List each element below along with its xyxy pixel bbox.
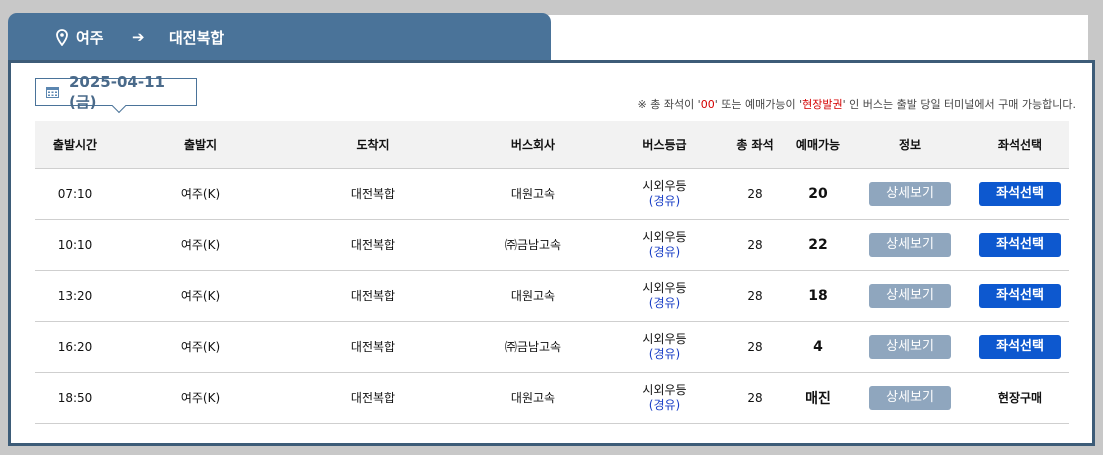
grade-label: 시외우등 (642, 382, 687, 397)
header-spacer (548, 15, 1088, 65)
schedule-panel: 2025-04-11 (금) ※ 총 좌석이 '00' 또는 예매가능이 '현장… (8, 60, 1095, 446)
via-label: (경유) (648, 193, 681, 208)
total-seats: 28 (723, 372, 787, 424)
location-pin-icon (56, 13, 68, 61)
bus-company: ㈜금남고속 (460, 219, 606, 271)
destination: 대전복합 (286, 270, 460, 322)
grade-label: 시외우등 (642, 280, 687, 295)
total-seats: 28 (723, 219, 787, 271)
available-seats: 4 (787, 321, 849, 373)
bus-company: 대원고속 (460, 270, 606, 322)
detail-button[interactable]: 상세보기 (869, 283, 951, 308)
seat-select-button[interactable]: 좌석선택 (979, 232, 1061, 257)
notice-text-3: ' 인 버스는 출발 당일 터미널에서 구매 가능합니다. (842, 98, 1076, 111)
origin-terminal: 여주 (76, 28, 104, 47)
header-info: 정보 (849, 121, 971, 169)
available-seats: 20 (787, 168, 849, 220)
seat-cell: 현장구매 (971, 372, 1069, 424)
total-seats: 28 (723, 321, 787, 373)
header-seat-select: 좌석선택 (971, 121, 1069, 169)
seat-select-button[interactable]: 좌석선택 (979, 283, 1061, 308)
origin: 여주(K) (115, 372, 286, 424)
table-row: 07:10 여주(K) 대전복합 대원고속 시외우등 (경유) 28 20 상세보… (35, 168, 1069, 220)
header-departure-time: 출발시간 (35, 121, 115, 169)
seat-cell: 좌석선택 (971, 168, 1069, 220)
seat-select-button[interactable]: 좌석선택 (979, 181, 1061, 206)
departure-time: 16:20 (35, 321, 115, 373)
header-available: 예매가능 (787, 121, 849, 169)
total-seats: 28 (723, 270, 787, 322)
departure-time: 07:10 (35, 168, 115, 220)
seat-cell: 좌석선택 (971, 270, 1069, 322)
destination-terminal: 대전복합 (169, 28, 225, 47)
header-total-seats: 총 좌석 (723, 121, 787, 169)
notice-zero: 00 (700, 98, 715, 111)
via-label: (경유) (648, 397, 681, 412)
bus-company: 대원고속 (460, 372, 606, 424)
notice-onsite: 현장발권 (802, 98, 843, 111)
destination: 대전복합 (286, 321, 460, 373)
available-seats: 22 (787, 219, 849, 271)
info-cell: 상세보기 (849, 372, 971, 424)
info-cell: 상세보기 (849, 270, 971, 322)
bus-grade: 시외우등 (경유) (606, 270, 723, 322)
origin: 여주(K) (115, 219, 286, 271)
header-grade: 버스등급 (606, 121, 723, 169)
route-frame: 여주 ➔ 대전복합 2025-04-11 (금) ※ 총 좌석이 '00' 또는… (8, 13, 1095, 447)
available-seats: 매진 (787, 372, 849, 424)
header-destination: 도착지 (286, 121, 460, 169)
via-label: (경유) (648, 346, 681, 361)
seat-cell: 좌석선택 (971, 219, 1069, 271)
seat-select-button[interactable]: 좌석선택 (979, 334, 1061, 359)
departure-time: 13:20 (35, 270, 115, 322)
grade-label: 시외우등 (642, 229, 687, 244)
table-row: 18:50 여주(K) 대전복합 대원고속 시외우등 (경유) 28 매진 상세보… (35, 372, 1069, 424)
bus-grade: 시외우등 (경유) (606, 321, 723, 373)
header-company: 버스회사 (460, 121, 606, 169)
date-display[interactable]: 2025-04-11 (금) (35, 73, 197, 114)
detail-button[interactable]: 상세보기 (869, 385, 951, 410)
bus-grade: 시외우등 (경유) (606, 372, 723, 424)
table-row: 16:20 여주(K) 대전복합 ㈜금남고속 시외우등 (경유) 28 4 상세보… (35, 321, 1069, 373)
onsite-purchase-label: 현장구매 (997, 391, 1043, 405)
info-cell: 상세보기 (849, 168, 971, 220)
via-label: (경유) (648, 295, 681, 310)
header-origin: 출발지 (115, 121, 286, 169)
grade-label: 시외우등 (642, 178, 687, 193)
table-header-row: 출발시간 출발지 도착지 버스회사 버스등급 총 좌석 예매가능 정보 좌석선택 (35, 121, 1069, 169)
bus-company: 대원고속 (460, 168, 606, 220)
bus-grade: 시외우등 (경유) (606, 219, 723, 271)
via-label: (경유) (648, 244, 681, 259)
purchase-notice: ※ 총 좌석이 '00' 또는 예매가능이 '현장발권' 인 버스는 출발 당일… (638, 96, 1077, 112)
bus-grade: 시외우등 (경유) (606, 168, 723, 220)
route-tab: 여주 ➔ 대전복합 (8, 13, 551, 61)
total-seats: 28 (723, 168, 787, 220)
origin: 여주(K) (115, 270, 286, 322)
destination: 대전복합 (286, 219, 460, 271)
bus-schedule-table: 출발시간 출발지 도착지 버스회사 버스등급 총 좌석 예매가능 정보 좌석선택… (35, 121, 1069, 424)
table-row: 10:10 여주(K) 대전복합 ㈜금남고속 시외우등 (경유) 28 22 상세… (35, 219, 1069, 271)
seat-cell: 좌석선택 (971, 321, 1069, 373)
origin: 여주(K) (115, 321, 286, 373)
notice-text-1: ※ 총 좌석이 ' (637, 98, 701, 111)
grade-label: 시외우등 (642, 331, 687, 346)
departure-time: 18:50 (35, 372, 115, 424)
info-cell: 상세보기 (849, 321, 971, 373)
notice-text-2: ' 또는 예매가능이 ' (714, 98, 803, 111)
destination: 대전복합 (286, 372, 460, 424)
detail-button[interactable]: 상세보기 (869, 334, 951, 359)
calendar-icon (46, 86, 59, 98)
bus-company: ㈜금남고속 (460, 321, 606, 373)
departure-time: 10:10 (35, 219, 115, 271)
origin: 여주(K) (115, 168, 286, 220)
detail-button[interactable]: 상세보기 (869, 181, 951, 206)
destination: 대전복합 (286, 168, 460, 220)
table-row: 13:20 여주(K) 대전복합 대원고속 시외우등 (경유) 28 18 상세보… (35, 270, 1069, 322)
info-cell: 상세보기 (849, 219, 971, 271)
arrow-right-icon: ➔ (132, 28, 145, 46)
detail-button[interactable]: 상세보기 (869, 232, 951, 257)
available-seats: 18 (787, 270, 849, 322)
date-label: 2025-04-11 (금) (69, 72, 165, 111)
